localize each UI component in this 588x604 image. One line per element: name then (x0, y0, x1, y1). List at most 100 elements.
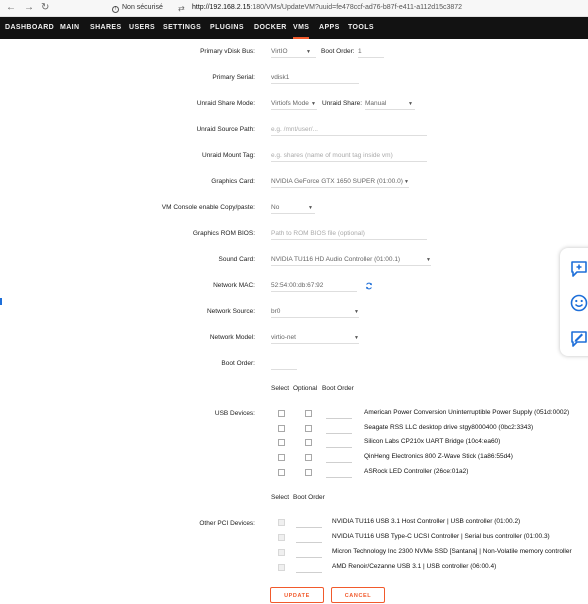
usb-optional-checkbox[interactable] (305, 469, 312, 476)
network-model-select[interactable]: virtio-net (271, 334, 359, 344)
usb-boot-order-input[interactable] (326, 447, 352, 448)
pci-select-checkbox[interactable] (278, 549, 285, 556)
address-bar[interactable]: http://192.168.2.15:180/VMs/UpdateVM?uui… (192, 4, 462, 11)
forward-arrow-icon[interactable]: → (24, 2, 34, 14)
reload-icon[interactable]: ↻ (41, 2, 49, 14)
smiley-icon[interactable] (570, 294, 588, 312)
usb-boot-order-header: Boot Order (322, 385, 354, 392)
chevron-down-icon: ▼ (404, 179, 409, 185)
chevron-down-icon: ▼ (354, 335, 359, 341)
pci-select-checkbox[interactable] (278, 534, 285, 541)
boot-order-input[interactable]: 1 (358, 48, 384, 58)
graphics-card-label: Graphics Card: (211, 178, 255, 185)
pci-boot-order-input[interactable] (296, 572, 322, 573)
nav-vms[interactable]: VMS (293, 17, 310, 39)
network-source-select[interactable]: br0 (271, 308, 359, 318)
nav-apps[interactable]: APPS (319, 17, 340, 39)
pci-device-label: NVIDIA TU116 USB 3.1 Host Controller | U… (332, 518, 521, 525)
warning-icon: ! (112, 6, 119, 13)
network-mac-label: Network MAC: (213, 282, 255, 289)
unraid-share-mode-label: Unraid Share Mode: (196, 100, 255, 107)
usb-devices-label: USB Devices: (214, 410, 255, 417)
nav-dashboard[interactable]: DASHBOARD (5, 17, 54, 39)
unraid-source-path-label: Unraid Source Path: (196, 126, 255, 133)
nav-users[interactable]: USERS (129, 17, 155, 39)
back-arrow-icon[interactable]: ← (6, 2, 16, 14)
sound-card-select[interactable]: NVIDIA TU116 HD Audio Controller (01:00.… (271, 256, 431, 266)
usb-device-label: Seagate RSS LLC desktop drive stgy800040… (364, 424, 534, 431)
unraid-mount-tag-label: Unraid Mount Tag: (202, 152, 255, 159)
floating-feedback-panel (560, 248, 588, 356)
usb-device-label: ASRock LED Controller (26ce:01a2) (364, 468, 469, 475)
primary-serial-label: Primary Serial: (212, 74, 255, 81)
graphics-card-select[interactable]: NVIDIA GeForce GTX 1650 SUPER (01:00.0) (271, 178, 409, 188)
usb-device-label: Silicon Labs CP210x UART Bridge (10c4:ea… (364, 438, 501, 445)
sound-card-label: Sound Card: (218, 256, 256, 263)
usb-select-checkbox[interactable] (278, 454, 285, 461)
pci-boot-order-input[interactable] (296, 527, 322, 528)
pci-device-label: NVIDIA TU116 USB Type-C UCSI Controller … (332, 533, 550, 540)
chevron-down-icon: ▼ (306, 49, 311, 55)
url-path: :180/VMs/UpdateVM?uuid=fe478ccf-ad76-b87… (250, 4, 463, 11)
primary-vdisk-bus-label: Primary vDisk Bus: (200, 48, 255, 55)
chevron-down-icon: ▼ (308, 205, 313, 211)
usb-boot-order-input[interactable] (326, 477, 352, 478)
boot-order-row-label: Boot Order: (221, 360, 255, 367)
security-label: Non sécurisé (122, 4, 163, 11)
site-settings-icon[interactable]: ⇄ (178, 3, 185, 15)
usb-optional-checkbox[interactable] (305, 454, 312, 461)
pci-boot-order-header: Boot Order (293, 494, 325, 501)
pci-select-checkbox[interactable] (278, 519, 285, 526)
nav-main[interactable]: MAIN (60, 17, 80, 39)
usb-select-checkbox[interactable] (278, 469, 285, 476)
usb-boot-order-input[interactable] (326, 462, 352, 463)
graphics-rom-bios-input[interactable]: Path to ROM BIOS file (optional) (271, 230, 427, 240)
usb-select-checkbox[interactable] (278, 439, 285, 446)
network-mac-input[interactable]: 52:54:00:db:67:92 (271, 282, 357, 292)
usb-select-header: Select (271, 385, 290, 392)
graphics-rom-bios-label: Graphics ROM BIOS: (192, 230, 255, 237)
chevron-down-icon: ▼ (354, 309, 359, 315)
boot-order-label: Boot Order: (321, 48, 355, 55)
usb-select-checkbox[interactable] (278, 425, 285, 432)
pci-boot-order-input[interactable] (296, 542, 322, 543)
nav-plugins[interactable]: PLUGINS (210, 17, 244, 39)
vm-console-copy-paste-label: VM Console enable Copy/paste: (161, 204, 255, 211)
main-nav: DASHBOARD MAIN SHARES USERS SETTINGS PLU… (0, 17, 588, 39)
nav-settings[interactable]: SETTINGS (163, 17, 201, 39)
other-pci-devices-label: Other PCI Devices: (199, 520, 255, 527)
usb-optional-checkbox[interactable] (305, 439, 312, 446)
pci-device-label: Micron Technology Inc 2300 NVMe SSD [San… (332, 548, 572, 555)
security-indicator[interactable]: ! Non sécurisé (112, 4, 163, 13)
refresh-icon[interactable] (365, 282, 373, 290)
usb-select-checkbox[interactable] (278, 410, 285, 417)
pci-select-header: Select (271, 494, 290, 501)
browser-toolbar: ← → ↻ ! Non sécurisé ⇄ http://192.168.2.1… (0, 0, 588, 17)
usb-boot-order-input[interactable] (326, 433, 352, 434)
primary-serial-input[interactable]: vdisk1 (271, 74, 359, 84)
usb-optional-checkbox[interactable] (305, 425, 312, 432)
unraid-source-path-input[interactable]: e.g. /mnt/user/... (271, 126, 427, 136)
usb-boot-order-input[interactable] (326, 418, 352, 419)
chevron-down-icon: ▼ (311, 101, 316, 107)
nav-docker[interactable]: DOCKER (254, 17, 287, 39)
chevron-down-icon: ▼ (408, 101, 413, 107)
pci-select-checkbox[interactable] (278, 564, 285, 571)
usb-optional-header: Optional (293, 385, 318, 392)
usb-optional-checkbox[interactable] (305, 410, 312, 417)
usb-device-label: QinHeng Electronics 800 Z-Wave Stick (1a… (364, 453, 513, 460)
nav-tools[interactable]: TOOLS (348, 17, 374, 39)
usb-device-label: American Power Conversion Uninterruptibl… (364, 409, 570, 416)
nav-shares[interactable]: SHARES (90, 17, 122, 39)
pci-boot-order-input[interactable] (296, 557, 322, 558)
chevron-down-icon: ▼ (426, 257, 431, 263)
pci-device-label: AMD Renoir/Cezanne USB 3.1 | USB control… (332, 563, 497, 570)
add-comment-icon[interactable] (570, 260, 588, 278)
network-model-label: Network Model: (209, 334, 255, 341)
unraid-mount-tag-input[interactable]: e.g. shares (name of mount tag inside vm… (271, 152, 427, 162)
scroll-position-marker (0, 298, 2, 305)
edit-note-icon[interactable] (570, 330, 588, 348)
unraid-share-label: Unraid Share: (322, 100, 363, 107)
url-host: http://192.168.2.15 (192, 4, 251, 11)
boot-order-field[interactable] (271, 360, 297, 370)
